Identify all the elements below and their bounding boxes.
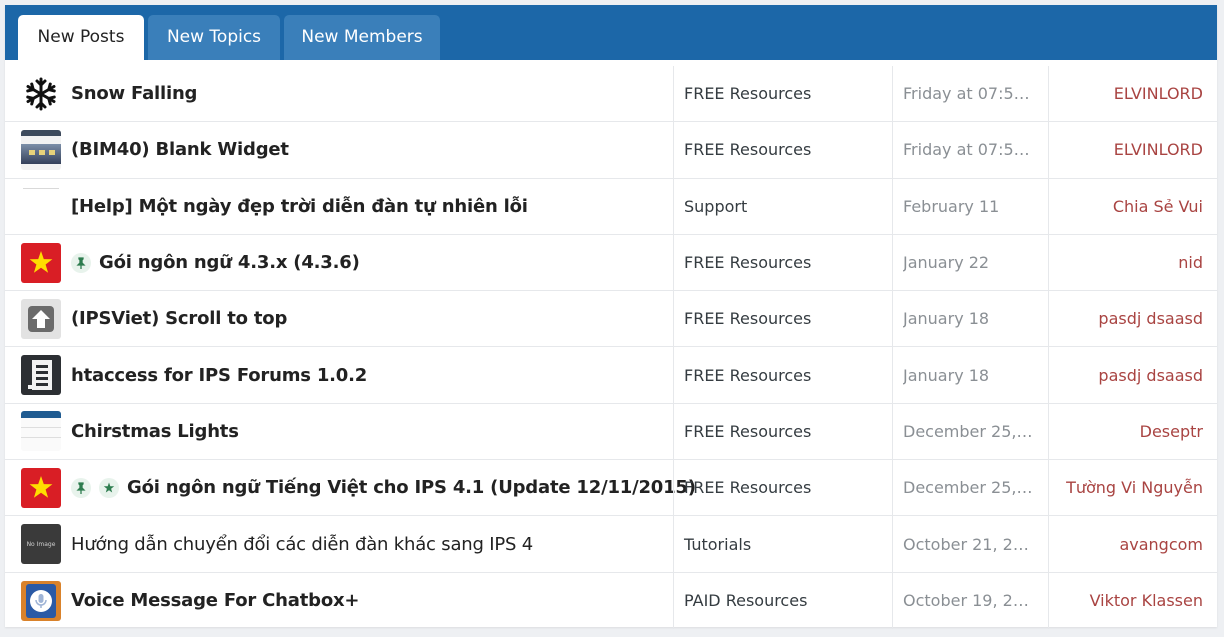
author-link[interactable]: avangcom: [1048, 516, 1217, 572]
author-link[interactable]: pasdj dsaasd: [1048, 291, 1217, 347]
forum-name[interactable]: Tutorials: [673, 516, 892, 572]
post-date: December 25, 2021: [892, 460, 1048, 516]
document-icon[interactable]: [21, 355, 61, 396]
author-link[interactable]: Deseptr: [1048, 403, 1217, 460]
post-date: February 11: [892, 178, 1048, 234]
topic-title[interactable]: Gói ngôn ngữ Tiếng Việt cho IPS 4.1 (Upd…: [127, 477, 696, 498]
post-date: October 21, 2021: [892, 516, 1048, 572]
post-date: December 25, 2021: [892, 403, 1048, 460]
topic-title[interactable]: (IPSViet) Scroll to top: [71, 308, 287, 329]
tab-new-posts[interactable]: New Posts: [18, 15, 144, 60]
author-link[interactable]: ELVINLORD: [1048, 122, 1217, 178]
tab-new-members[interactable]: New Members: [284, 15, 440, 60]
list-item: [Help] Một ngày đẹp trời diễn đàn tự nhi…: [5, 178, 1217, 235]
author-link[interactable]: Viktor Klassen: [1048, 572, 1217, 629]
post-list: Snow Falling FREE Resources Friday at 07…: [5, 66, 1217, 629]
forum-name[interactable]: FREE Resources: [673, 66, 892, 122]
topic-title[interactable]: (BIM40) Blank Widget: [71, 139, 289, 160]
author-link[interactable]: Chia Sẻ Vui: [1048, 178, 1217, 234]
list-item: (BIM40) Blank Widget FREE Resources Frid…: [5, 122, 1217, 179]
list-item: Gói ngôn ngữ 4.3.x (4.3.6) FREE Resource…: [5, 234, 1217, 292]
title-cell: (IPSViet) Scroll to top: [5, 291, 673, 346]
blank-thumbnail[interactable]: [21, 186, 61, 227]
lights-thumbnail[interactable]: [21, 411, 61, 452]
forum-name[interactable]: PAID Resources: [673, 572, 892, 629]
list-item: Gói ngôn ngữ Tiếng Việt cho IPS 4.1 (Upd…: [5, 460, 1217, 517]
forum-name[interactable]: FREE Resources: [673, 291, 892, 347]
author-link[interactable]: ELVINLORD: [1048, 66, 1217, 122]
forum-name[interactable]: FREE Resources: [673, 347, 892, 403]
title-cell: Gói ngôn ngữ Tiếng Việt cho IPS 4.1 (Upd…: [5, 460, 696, 515]
forum-name[interactable]: Support: [673, 178, 892, 234]
tab-new-topics[interactable]: New Topics: [148, 15, 280, 60]
post-date: January 18: [892, 291, 1048, 347]
activity-widget: New Posts New Topics New Members Snow Fa…: [5, 5, 1217, 629]
topic-title[interactable]: Snow Falling: [71, 83, 197, 104]
forum-name[interactable]: FREE Resources: [673, 234, 892, 291]
microphone-icon[interactable]: [21, 580, 61, 621]
title-cell: Chirstmas Lights: [5, 404, 673, 459]
title-cell: [Help] Một ngày đẹp trời diễn đàn tự nhi…: [5, 179, 673, 234]
author-link[interactable]: nid: [1048, 234, 1217, 291]
forum-name[interactable]: FREE Resources: [673, 460, 892, 516]
title-cell: Voice Message For Chatbox+: [5, 573, 673, 629]
post-date: Friday at 07:56 AM: [892, 66, 1048, 122]
title-cell: (BIM40) Blank Widget: [5, 122, 673, 177]
list-item: Voice Message For Chatbox+ PAID Resource…: [5, 572, 1217, 629]
vietnam-flag-icon[interactable]: [21, 467, 61, 508]
forum-name[interactable]: FREE Resources: [673, 403, 892, 460]
post-date: Friday at 07:54 AM: [892, 122, 1048, 178]
topic-title[interactable]: Voice Message For Chatbox+: [71, 590, 359, 611]
list-item: Snow Falling FREE Resources Friday at 07…: [5, 66, 1217, 123]
star-icon: [99, 477, 119, 498]
topic-title[interactable]: Chirstmas Lights: [71, 421, 239, 442]
title-cell: Snow Falling: [5, 66, 673, 121]
post-date: January 22: [892, 234, 1048, 291]
pin-icon: [71, 477, 91, 498]
post-date: January 18: [892, 347, 1048, 403]
widget-thumbnail[interactable]: [21, 129, 61, 170]
arrow-up-icon[interactable]: [21, 298, 61, 339]
topic-title[interactable]: Hướng dẫn chuyển đổi các diễn đàn khác s…: [71, 534, 533, 555]
list-item: htaccess for IPS Forums 1.0.2 FREE Resou…: [5, 347, 1217, 404]
topic-title[interactable]: Gói ngôn ngữ 4.3.x (4.3.6): [99, 252, 360, 273]
title-cell: htaccess for IPS Forums 1.0.2: [5, 347, 673, 402]
snowflake-icon[interactable]: [21, 73, 61, 114]
topic-title[interactable]: htaccess for IPS Forums 1.0.2: [71, 365, 367, 386]
forum-name[interactable]: FREE Resources: [673, 122, 892, 178]
topic-title[interactable]: [Help] Một ngày đẹp trời diễn đàn tự nhi…: [71, 196, 528, 217]
pin-icon: [71, 252, 91, 273]
author-link[interactable]: Tường Vi Nguyễn: [1048, 460, 1217, 516]
title-cell: No Image Hướng dẫn chuyển đổi các diễn đ…: [5, 516, 673, 571]
list-item: No Image Hướng dẫn chuyển đổi các diễn đ…: [5, 516, 1217, 573]
author-link[interactable]: pasdj dsaasd: [1048, 347, 1217, 403]
list-item: (IPSViet) Scroll to top FREE Resources J…: [5, 291, 1217, 348]
title-cell: Gói ngôn ngữ 4.3.x (4.3.6): [5, 235, 673, 290]
post-date: October 19, 2021: [892, 572, 1048, 629]
list-item: Chirstmas Lights FREE Resources December…: [5, 403, 1217, 461]
vietnam-flag-icon[interactable]: [21, 242, 61, 283]
tab-bar: New Posts New Topics New Members: [5, 5, 1217, 60]
no-image-placeholder[interactable]: No Image: [21, 524, 61, 565]
